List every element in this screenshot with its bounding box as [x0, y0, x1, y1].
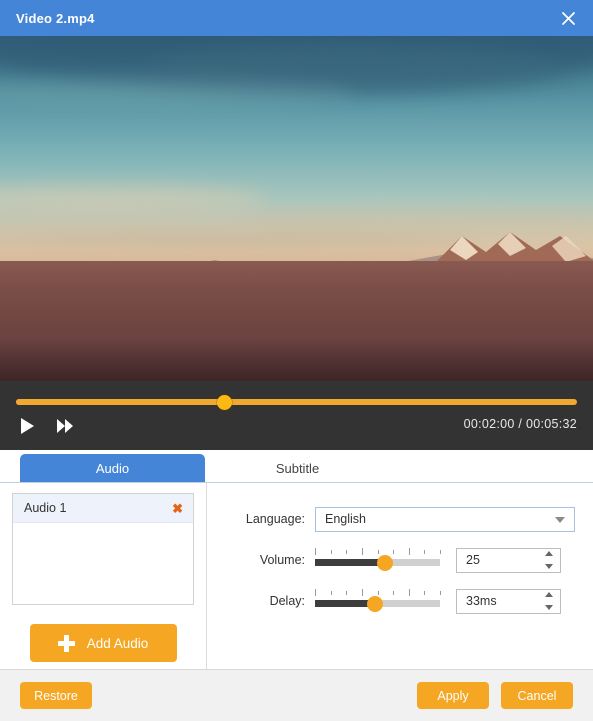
volume-slider-handle[interactable]	[377, 554, 393, 571]
slider-tick	[440, 550, 441, 554]
language-label: Language:	[245, 512, 305, 526]
close-icon	[561, 11, 575, 25]
add-audio-label: Add Audio	[86, 635, 149, 651]
slider-tick	[393, 550, 395, 554]
tab-audio-label: Audio	[95, 460, 130, 476]
play-icon	[20, 418, 34, 434]
chevron-down-icon	[555, 517, 565, 523]
tab-subtitle-label: Subtitle	[275, 460, 320, 476]
dialog-footer: Restore Apply Cancel	[0, 669, 593, 721]
volume-slider[interactable]	[315, 548, 441, 572]
video-preview[interactable]	[0, 36, 593, 381]
plus-icon	[57, 634, 75, 652]
playback-controls	[14, 413, 78, 439]
list-item[interactable]: Audio 1 ✖	[13, 494, 193, 523]
window-title: Video 2.mp4	[16, 10, 95, 26]
chevron-up-icon[interactable]	[544, 551, 553, 556]
tab-strip: Audio Subtitle	[0, 450, 593, 483]
slider-tick	[330, 550, 332, 554]
slider-tick	[361, 589, 363, 596]
close-button[interactable]	[543, 0, 593, 36]
fast-forward-icon	[56, 419, 73, 433]
timeline-progress-fill	[16, 399, 224, 405]
tab-content-audio: Audio 1 ✖ Add Audio Language: English Vo…	[0, 483, 593, 669]
volume-slider-ticks	[315, 548, 441, 555]
volume-label: Volume:	[259, 553, 305, 567]
timeline-slider[interactable]	[16, 394, 577, 410]
play-button[interactable]	[14, 413, 40, 439]
volume-stepper[interactable]	[544, 551, 553, 569]
slider-tick	[346, 591, 348, 595]
slider-tick	[315, 548, 316, 555]
cancel-button[interactable]: Cancel	[501, 682, 573, 709]
audio-track-label: Audio 1	[24, 501, 67, 515]
delay-slider[interactable]	[315, 589, 441, 613]
volume-slider-fill	[315, 559, 385, 566]
title-bar: Video 2.mp4	[0, 0, 593, 36]
delay-value: 33ms	[466, 594, 497, 608]
add-audio-button[interactable]: Add Audio	[29, 624, 177, 662]
slider-tick	[315, 589, 316, 596]
apply-button[interactable]: Apply	[417, 682, 489, 709]
timecode-display: 00:02:00 / 00:05:32	[463, 417, 577, 431]
delay-slider-handle[interactable]	[367, 595, 383, 612]
delay-slider-ticks	[315, 589, 441, 596]
volume-input[interactable]: 25	[456, 547, 561, 573]
tab-subtitle[interactable]: Subtitle	[205, 454, 390, 482]
remove-audio-icon[interactable]: ✖	[172, 502, 183, 515]
volume-slider-track[interactable]	[315, 554, 440, 571]
video-properties-dialog: Video 2.mp4 00:02:00 / 00:05:32 Audio Su…	[0, 0, 593, 721]
player-bar: 00:02:00 / 00:05:32	[0, 381, 593, 450]
language-select[interactable]: English	[315, 506, 575, 532]
fast-forward-button[interactable]	[52, 413, 78, 439]
delay-slider-track[interactable]	[315, 595, 440, 612]
language-row: Language: English	[229, 506, 575, 532]
slider-tick	[330, 591, 332, 595]
language-value: English	[325, 512, 366, 526]
slider-tick	[361, 548, 363, 555]
audio-track-list[interactable]: Audio 1 ✖	[12, 493, 194, 605]
audio-settings-pane: Language: English Volume: 25 Delay: 33ms	[207, 483, 593, 669]
audio-track-pane: Audio 1 ✖ Add Audio	[0, 483, 207, 669]
delay-slider-fill	[315, 600, 375, 607]
slider-tick	[377, 550, 379, 554]
delay-row: Delay: 33ms	[229, 588, 575, 614]
slider-tick	[440, 591, 441, 595]
slider-tick	[424, 591, 426, 595]
delay-input[interactable]: 33ms	[456, 588, 561, 614]
desert-foreground	[0, 261, 593, 381]
tab-audio[interactable]: Audio	[20, 454, 205, 482]
slider-tick	[377, 591, 379, 595]
volume-value: 25	[466, 553, 480, 567]
slider-tick	[393, 591, 395, 595]
slider-tick	[408, 548, 410, 555]
slider-tick	[408, 589, 410, 596]
delay-label: Delay:	[269, 594, 305, 608]
timeline-handle[interactable]	[216, 394, 232, 410]
slider-tick	[346, 550, 348, 554]
volume-row: Volume: 25	[229, 547, 575, 573]
chevron-down-icon[interactable]	[544, 564, 553, 569]
slider-tick	[424, 550, 426, 554]
chevron-down-icon[interactable]	[544, 605, 553, 610]
restore-button[interactable]: Restore	[20, 682, 92, 709]
chevron-up-icon[interactable]	[544, 592, 553, 597]
delay-stepper[interactable]	[544, 592, 553, 610]
